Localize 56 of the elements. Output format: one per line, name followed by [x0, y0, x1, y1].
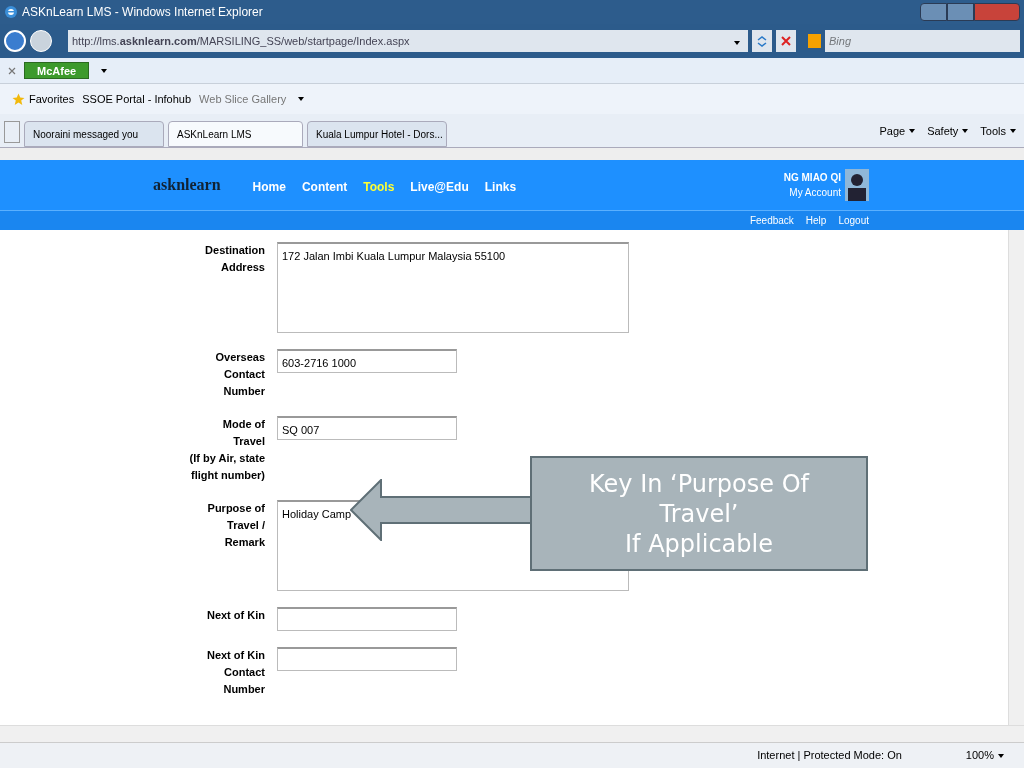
avatar-icon	[845, 169, 869, 201]
dropdown-arrow-icon[interactable]	[909, 128, 916, 133]
status-text: Internet | Protected Mode: On	[757, 748, 902, 764]
back-button[interactable]	[4, 30, 26, 52]
dropdown-arrow-icon[interactable]	[1010, 128, 1016, 133]
dropdown-arrow-icon[interactable]	[298, 97, 305, 101]
header-link[interactable]: Logout	[838, 213, 869, 228]
field-label: Overseas Contact Number	[214, 350, 265, 399]
quick-tabs-button[interactable]	[4, 121, 20, 143]
close-icon[interactable]	[8, 66, 16, 75]
field-label: Mode of Travel (If by Air, state flight number)	[188, 417, 265, 483]
zoom-button[interactable]: 100%	[965, 747, 1008, 764]
field-label: Next of Kin Contact Number	[205, 648, 265, 697]
command-menu[interactable]: Page	[879, 122, 920, 139]
dropdown-arrow-icon[interactable]	[998, 753, 1004, 758]
address-field[interactable]: http://lms.asknlearn.com/MARSILING_SS/web/startpage/Index.aspx	[68, 30, 748, 52]
field-label: Destination Address	[204, 243, 265, 275]
close-button[interactable]	[974, 3, 1020, 21]
star-icon	[12, 92, 25, 106]
url-text: http://lms.asknlearn.com/MARSILING_SS/web/startpage/Index.aspx	[72, 33, 410, 49]
field-label: Next of Kin	[205, 608, 265, 623]
vertical-scrollbar[interactable]	[1008, 230, 1024, 725]
text-area[interactable]: 172 Jalan Imbi Kuala Lumpur Malaysia 55100	[277, 242, 629, 333]
dropdown-arrow-icon[interactable]	[734, 40, 740, 45]
user-name: NG MIAO QI	[783, 171, 841, 185]
mcafee-button[interactable]: McAfee	[24, 62, 90, 79]
forward-button[interactable]	[30, 30, 52, 52]
minimize-button[interactable]	[920, 3, 947, 21]
favorites-button[interactable]: Favorites	[12, 90, 75, 108]
header-link[interactable]: Help	[805, 213, 827, 228]
browser-tab[interactable]: Kuala Lumpur Hotel - Dors...	[307, 121, 447, 147]
site-logo: asknlearn	[153, 175, 221, 195]
input-field[interactable]	[277, 607, 457, 631]
stop-button[interactable]	[776, 30, 796, 52]
favorite-link[interactable]: Web Slice Gallery	[199, 90, 287, 108]
dropdown-arrow-icon[interactable]	[101, 68, 108, 73]
horizontal-scrollbar[interactable]	[0, 725, 1024, 742]
input-field[interactable]: SQ 007	[277, 416, 457, 440]
dropdown-arrow-icon[interactable]	[962, 128, 969, 133]
browser-tab[interactable]: ASKnLearn LMS	[168, 121, 303, 147]
globe-e-icon	[4, 5, 18, 19]
browser-tab[interactable]: Nooraini messaged you	[24, 121, 164, 147]
favorite-link[interactable]: SSOE Portal - Infohub	[82, 90, 192, 108]
input-field[interactable]	[277, 647, 457, 671]
refresh-button[interactable]	[752, 30, 772, 52]
stop-icon	[781, 36, 791, 46]
input-field[interactable]: 603-2716 1000	[277, 349, 457, 373]
field-label: Purpose of Travel / Remark	[206, 501, 265, 550]
command-menu[interactable]: Safety	[927, 122, 973, 139]
bing-icon	[808, 34, 821, 48]
refresh-icon	[756, 35, 768, 47]
header-link[interactable]: Feedback	[749, 213, 794, 228]
search-field[interactable]: Bing	[825, 30, 1020, 52]
command-menu[interactable]: Tools	[980, 122, 1020, 139]
window-title: ASKnLearn LMS - Windows Internet Explorer	[22, 4, 263, 21]
maximize-button[interactable]	[947, 3, 974, 21]
